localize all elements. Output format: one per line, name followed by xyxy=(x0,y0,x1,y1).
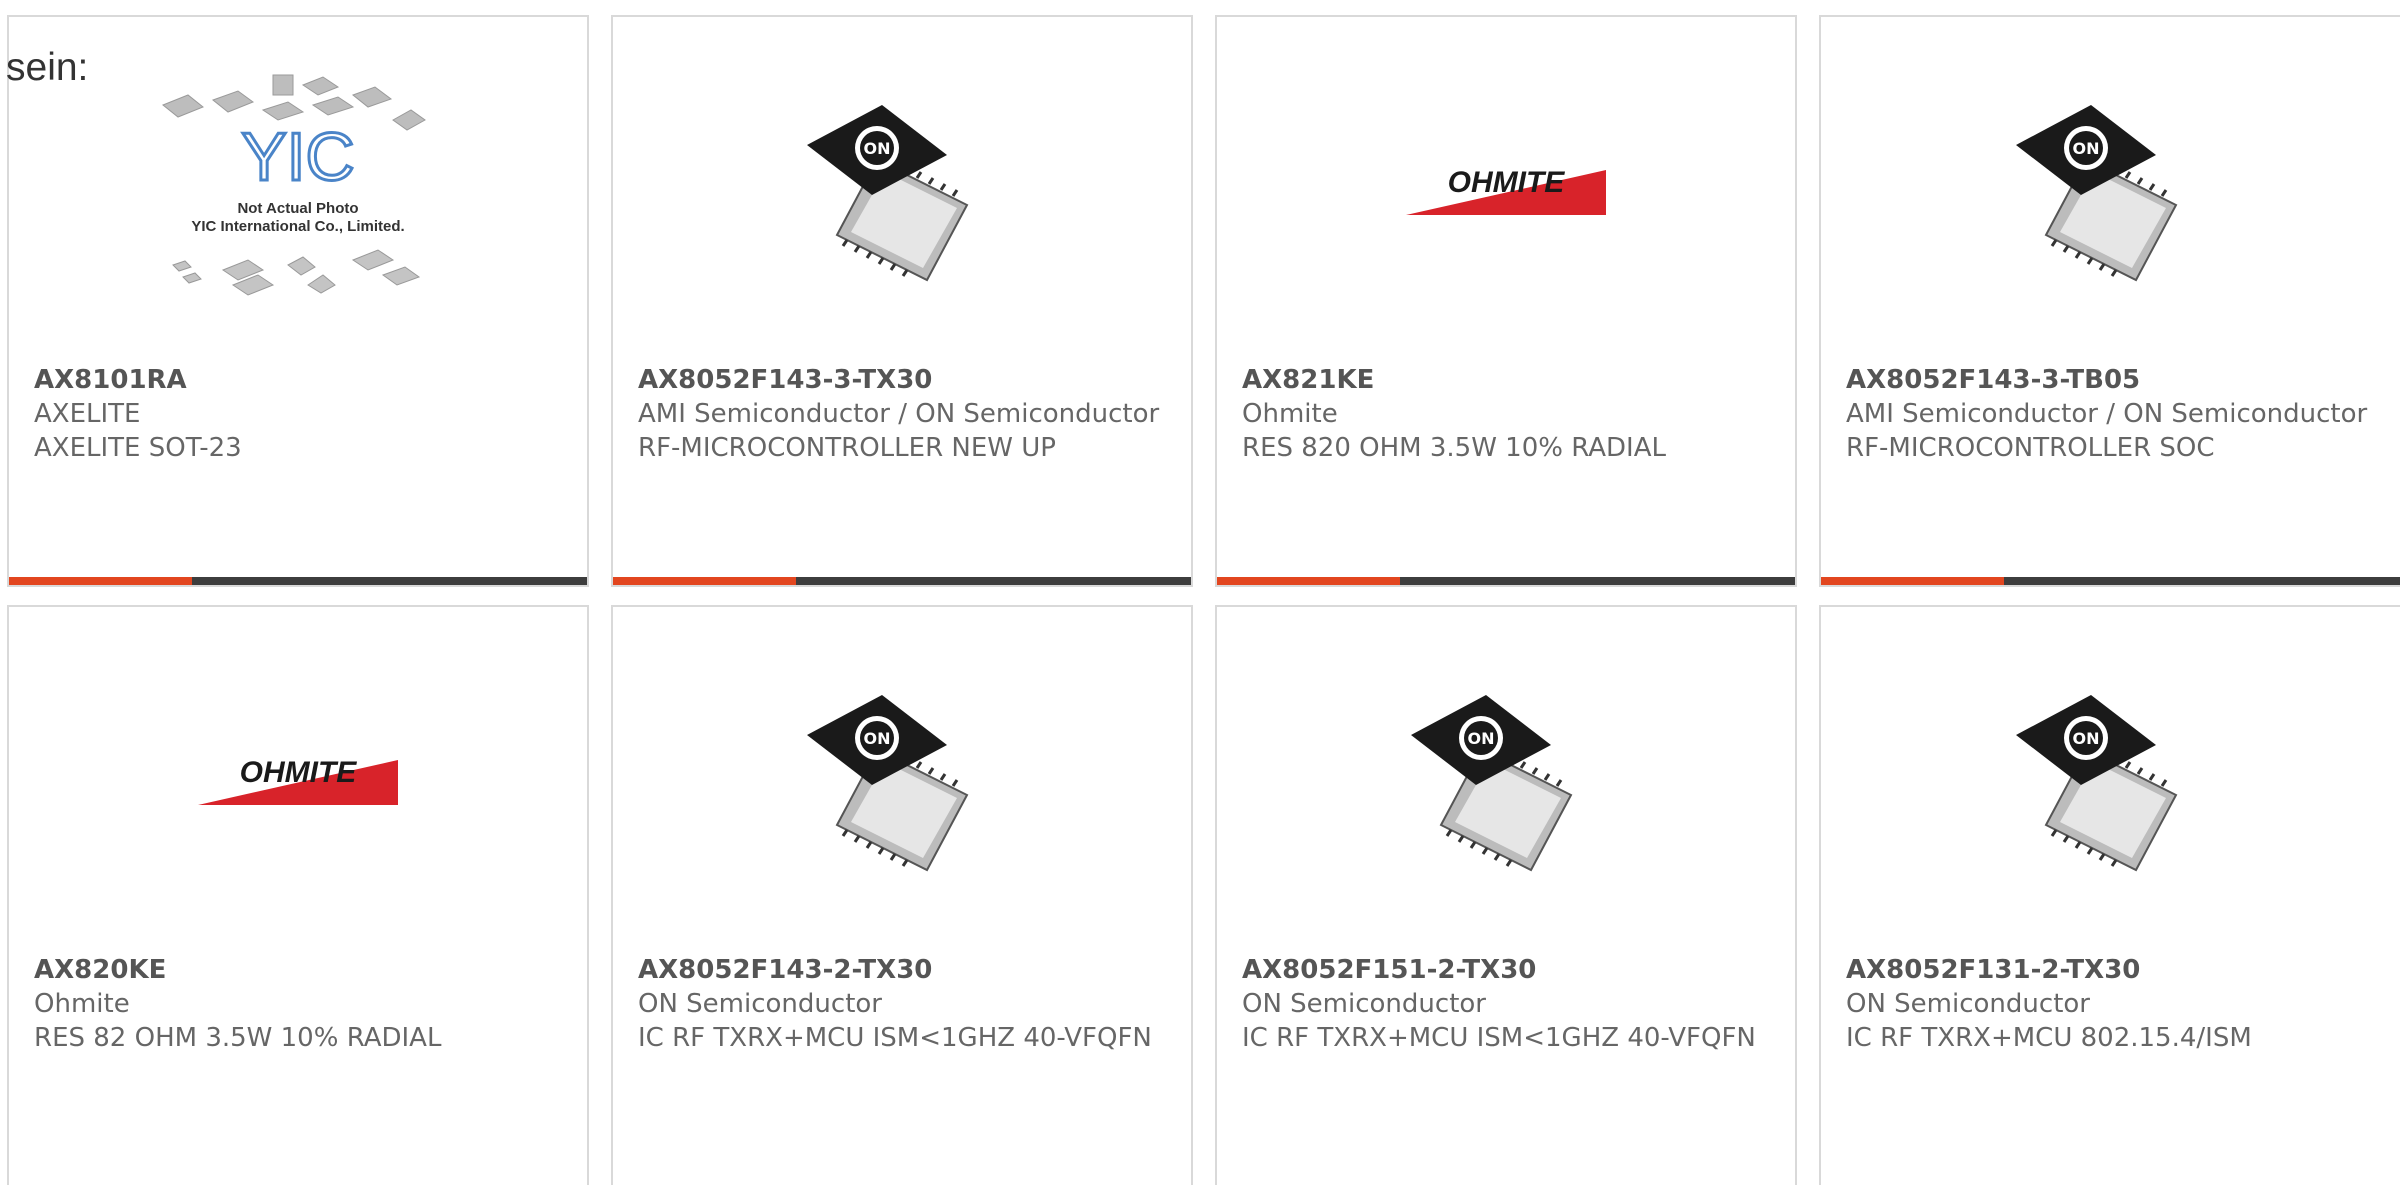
on-logo-text: ON xyxy=(2072,139,2099,158)
product-image-chip: ON xyxy=(613,17,1191,362)
product-info: AX8052F143-3-TB05 AMI Semiconductor / ON… xyxy=(1846,363,2375,465)
part-number[interactable]: AX8052F143-3-TX30 xyxy=(638,363,1166,397)
on-logo-text: ON xyxy=(1468,729,1495,748)
card-bottom-bar xyxy=(613,577,1191,585)
card-accent-bar xyxy=(9,577,192,585)
product-image-yic: YIC Not Actual Photo YIC International C… xyxy=(9,17,587,362)
part-number[interactable]: AX821KE xyxy=(1242,363,1770,397)
on-logo-text: ON xyxy=(2072,729,2099,748)
part-number[interactable]: AX820KE xyxy=(34,953,562,987)
description: RF-MICROCONTROLLER NEW UP xyxy=(638,433,1056,463)
product-info: AX8052F143-2-TX30 ON Semiconductor IC RF… xyxy=(638,953,1166,1055)
manufacturer: Ohmite xyxy=(1242,399,1338,429)
part-number[interactable]: AX8101RA xyxy=(34,363,562,397)
card-bottom-bar xyxy=(9,577,587,585)
product-image-chip: ON xyxy=(613,607,1191,952)
product-info: AX8052F143-3-TX30 AMI Semiconductor / ON… xyxy=(638,363,1166,465)
product-image-ohmite: OHMITE xyxy=(9,607,587,952)
product-card[interactable]: ON AX8052F143-3-TB05 AMI Semiconductor /… xyxy=(1819,15,2400,587)
manufacturer: AXELITE xyxy=(34,399,141,429)
card-bottom-bar xyxy=(1821,577,2400,585)
product-info: AX8052F131-2-TX30 ON Semiconductor IC RF… xyxy=(1846,953,2375,1055)
product-card[interactable]: ON AX8052F143-3-TX30 AMI Semiconductor /… xyxy=(611,15,1193,587)
product-card[interactable]: ON AX8052F151-2-TX30 ON Semiconductor IC… xyxy=(1215,605,1797,1185)
product-info: AX821KE Ohmite RES 820 OHM 3.5W 10% RADI… xyxy=(1242,363,1770,465)
description: RF-MICROCONTROLLER SOC xyxy=(1846,433,2215,463)
part-number[interactable]: AX8052F143-3-TB05 xyxy=(1846,363,2375,397)
product-info: AX8052F151-2-TX30 ON Semiconductor IC RF… xyxy=(1242,953,1770,1055)
on-logo-text: ON xyxy=(864,729,891,748)
description: IC RF TXRX+MCU 802.15.4/ISM xyxy=(1846,1023,2252,1053)
product-grid: YIC Not Actual Photo YIC International C… xyxy=(0,0,2400,1185)
product-card[interactable]: YIC Not Actual Photo YIC International C… xyxy=(7,15,589,587)
card-accent-bar xyxy=(613,577,796,585)
product-card[interactable]: ON AX8052F131-2-TX30 ON Semiconductor IC… xyxy=(1819,605,2400,1185)
manufacturer: ON Semiconductor xyxy=(1846,989,2090,1019)
product-image-chip: ON xyxy=(1821,607,2400,952)
yic-logo-text: YIC xyxy=(241,119,354,195)
product-image-ohmite: OHMITE xyxy=(1217,17,1795,362)
product-card[interactable]: OHMITE AX820KE Ohmite RES 82 OHM 3.5W 10… xyxy=(7,605,589,1185)
yic-caption-2: YIC International Co., Limited. xyxy=(191,218,404,235)
ohmite-logo-text: OHMITE xyxy=(1448,166,1566,199)
manufacturer: ON Semiconductor xyxy=(1242,989,1486,1019)
on-logo-text: ON xyxy=(864,139,891,158)
part-number[interactable]: AX8052F131-2-TX30 xyxy=(1846,953,2375,987)
description: IC RF TXRX+MCU ISM<1GHZ 40-VFQFN xyxy=(1242,1023,1756,1053)
product-image-chip: ON xyxy=(1217,607,1795,952)
product-card[interactable]: ON AX8052F143-2-TX30 ON Semiconductor IC… xyxy=(611,605,1193,1185)
description: AXELITE SOT-23 xyxy=(34,433,242,463)
card-bottom-bar xyxy=(1217,577,1795,585)
manufacturer: ON Semiconductor xyxy=(638,989,882,1019)
product-image-chip: ON xyxy=(1821,17,2400,362)
product-info: AX8101RA AXELITE AXELITE SOT-23 xyxy=(34,363,562,465)
manufacturer: Ohmite xyxy=(34,989,130,1019)
product-card[interactable]: OHMITE AX821KE Ohmite RES 820 OHM 3.5W 1… xyxy=(1215,15,1797,587)
page-text-fragment: sein: xyxy=(6,46,89,89)
description: IC RF TXRX+MCU ISM<1GHZ 40-VFQFN xyxy=(638,1023,1152,1053)
manufacturer: AMI Semiconductor / ON Semiconductor xyxy=(1846,399,2368,429)
part-number[interactable]: AX8052F143-2-TX30 xyxy=(638,953,1166,987)
product-info: AX820KE Ohmite RES 82 OHM 3.5W 10% RADIA… xyxy=(34,953,562,1055)
ohmite-logo-text: OHMITE xyxy=(240,756,358,789)
part-number[interactable]: AX8052F151-2-TX30 xyxy=(1242,953,1770,987)
card-accent-bar xyxy=(1821,577,2004,585)
description: RES 82 OHM 3.5W 10% RADIAL xyxy=(34,1023,442,1053)
yic-caption-1: Not Actual Photo xyxy=(237,200,358,217)
manufacturer: AMI Semiconductor / ON Semiconductor xyxy=(638,399,1160,429)
card-accent-bar xyxy=(1217,577,1400,585)
description: RES 820 OHM 3.5W 10% RADIAL xyxy=(1242,433,1666,463)
